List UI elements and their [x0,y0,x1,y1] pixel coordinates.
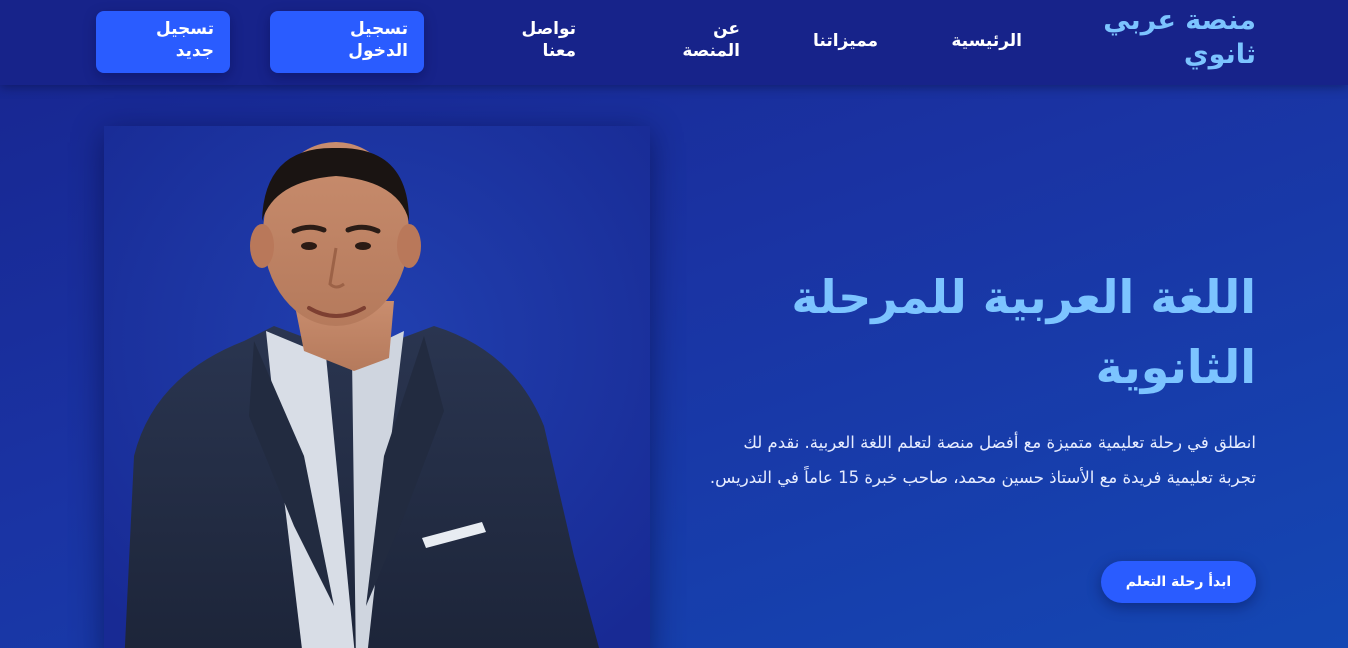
hero-description: انطلق في رحلة تعليمية متميزة مع أفضل منص… [709,433,1256,487]
nav-link-about[interactable]: عن المنصة [660,18,740,62]
landing-page: منصة عربي ثانوي الرئيسية مميزاتنا عن الم… [0,0,1348,648]
register-button[interactable]: تسجيل جديد [96,11,230,73]
hero-title: اللغة العربية للمرحلة الثانوية [791,270,1256,394]
login-button[interactable]: تسجيل الدخول [270,11,424,73]
nav-link-home[interactable]: الرئيسية [951,30,1022,52]
teacher-photo [104,126,650,648]
nav-link-contact[interactable]: تواصل معنا [504,18,576,62]
teacher-portrait-image [104,126,650,648]
brand-logo-text[interactable]: منصة عربي ثانوي [1096,4,1256,72]
top-navbar: منصة عربي ثانوي الرئيسية مميزاتنا عن الم… [0,0,1348,85]
nav-link-features[interactable]: مميزاتنا [813,30,878,52]
start-learning-button[interactable]: ابدأ رحلة التعلم [1101,561,1256,603]
